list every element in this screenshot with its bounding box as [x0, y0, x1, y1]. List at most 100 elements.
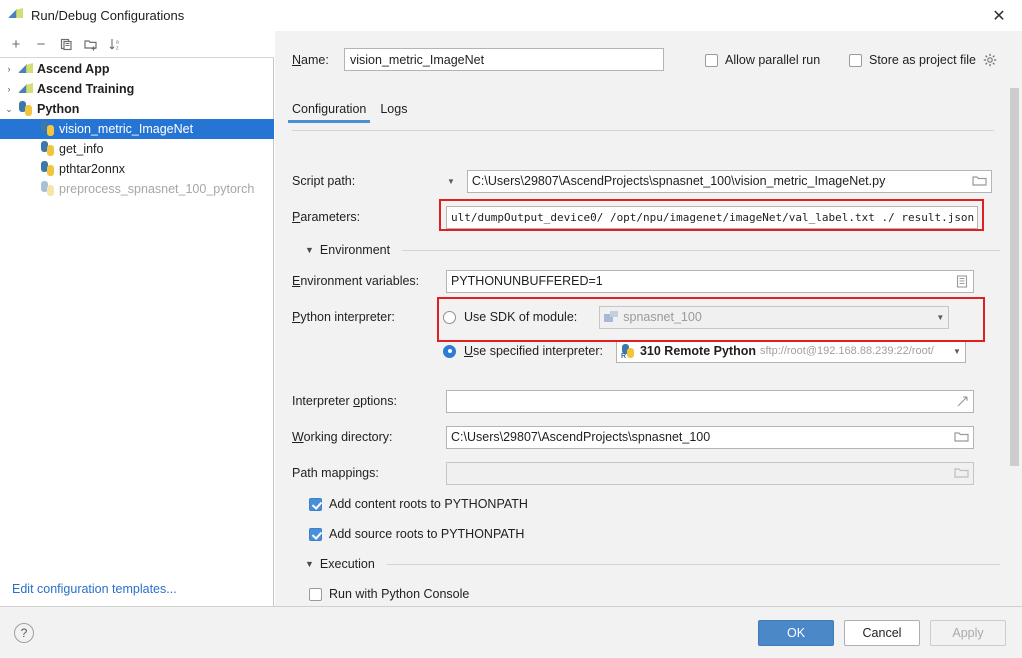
working-directory-label: Working directory: [292, 430, 443, 444]
tree-item-label: vision_metric_ImageNet [59, 122, 193, 136]
edit-configuration-templates-link[interactable]: Edit configuration templates... [12, 582, 177, 596]
tree-item-pthtar2onnx[interactable]: pthtar2onnx [0, 159, 274, 179]
dialog-footer: ? OK Cancel Apply [0, 606, 1022, 658]
chevron-down-icon[interactable]: ▼ [305, 245, 314, 255]
gear-icon[interactable] [983, 53, 997, 67]
working-directory-browse-folder-icon[interactable] [954, 430, 969, 444]
script-path-mode-dropdown[interactable]: ▼ [443, 177, 459, 186]
use-specified-interpreter-row: Use specified interpreter: R 310 Remote … [292, 339, 992, 363]
tree-item-label: pthtar2onnx [59, 162, 125, 176]
environment-variables-row: Environment variables: PYTHONUNBUFFERED=… [292, 269, 992, 293]
parameters-label: Parameters: [292, 210, 443, 224]
store-as-project-file-checkbox-row[interactable]: Store as project file [849, 53, 997, 67]
environment-variables-edit-icon[interactable] [956, 275, 969, 288]
name-row: Name: vision_metric_ImageNet [292, 48, 664, 71]
environment-variables-input[interactable]: PYTHONUNBUFFERED=1 [446, 270, 974, 293]
title-bar: Run/Debug Configurations ✕ [0, 0, 1022, 31]
section-divider-line [387, 564, 1000, 565]
environment-variables-label: Environment variables: [292, 274, 443, 288]
use-specified-interpreter-radio[interactable] [443, 345, 456, 358]
vertical-scrollbar[interactable] [1009, 88, 1020, 613]
tree-twisty-icon[interactable]: › [0, 64, 18, 74]
interpreter-options-expand-icon[interactable] [956, 395, 969, 408]
name-input[interactable]: vision_metric_ImageNet [344, 48, 664, 71]
path-mappings-input[interactable] [446, 462, 974, 485]
remote-python-icon: R [621, 344, 636, 359]
add-configuration-button[interactable]: + [5, 34, 27, 54]
specified-interpreter-dropdown[interactable]: R 310 Remote Python sftp://root@192.168.… [616, 340, 966, 363]
script-path-value: C:\Users\29807\AscendProjects\spnasnet_1… [472, 174, 885, 188]
python-interpreter-label: Python interpreter: [292, 310, 443, 324]
python-interpreter-row: Python interpreter: Use SDK of module: s… [292, 305, 992, 329]
run-with-python-console-checkbox-row[interactable]: Run with Python Console [309, 587, 469, 601]
tree-item-get-info[interactable]: get_info [0, 139, 274, 159]
use-sdk-of-module-radio[interactable] [443, 311, 456, 324]
working-directory-value: C:\Users\29807\AscendProjects\spnasnet_1… [451, 430, 710, 444]
working-directory-input[interactable]: C:\Users\29807\AscendProjects\spnasnet_1… [446, 426, 974, 449]
run-with-python-console-checkbox[interactable] [309, 588, 322, 601]
tree-item-ascend-training[interactable]: ›Ascend Training [0, 79, 274, 99]
chevron-down-icon[interactable]: ▼ [931, 313, 944, 322]
allow-parallel-run-checkbox[interactable] [705, 54, 718, 67]
parameters-insert-macro-icon[interactable]: + [974, 209, 978, 225]
sidebar-toolbar: + − az [0, 31, 274, 57]
allow-parallel-run-label: Allow parallel run [725, 53, 820, 67]
add-source-roots-label: Add source roots to PYTHONPATH [329, 527, 524, 541]
python-icon [40, 121, 56, 137]
tab-configuration[interactable]: Configuration [292, 102, 366, 123]
remove-configuration-button[interactable]: − [30, 34, 52, 54]
copy-configuration-button[interactable] [55, 34, 77, 54]
script-path-input[interactable]: C:\Users\29807\AscendProjects\spnasnet_1… [467, 170, 992, 193]
path-mappings-label: Path mappings: [292, 466, 443, 480]
configurations-tree[interactable]: ›Ascend App›Ascend Training⌄Python vision… [0, 59, 274, 572]
ascend-icon [18, 81, 34, 97]
allow-parallel-run-checkbox-row[interactable]: Allow parallel run [705, 53, 820, 67]
add-source-roots-checkbox[interactable] [309, 528, 322, 541]
parameters-input[interactable]: ult/dumpOutput_device0/ /opt/npu/imagene… [446, 206, 978, 229]
tree-item-vision-metric-imagenet[interactable]: vision_metric_ImageNet [0, 119, 274, 139]
add-content-roots-checkbox-row[interactable]: Add content roots to PYTHONPATH [309, 497, 528, 511]
tree-item-label: get_info [59, 142, 103, 156]
ok-button[interactable]: OK [758, 620, 834, 646]
tree-twisty-icon[interactable]: ⌄ [0, 104, 18, 115]
scrollbar-thumb[interactable] [1010, 88, 1019, 466]
python-icon [18, 101, 34, 117]
folder-add-icon[interactable] [80, 34, 102, 54]
tree-item-label: preprocess_spnasnet_100_pytorch [59, 182, 254, 196]
configuration-editor-panel: Name: vision_metric_ImageNet Allow paral… [275, 31, 1022, 606]
tree-item-python[interactable]: ⌄Python [0, 99, 274, 119]
ascend-icon [18, 61, 34, 77]
tree-item-ascend-app[interactable]: ›Ascend App [0, 59, 274, 79]
window-title: Run/Debug Configurations [31, 8, 184, 23]
script-path-browse-folder-icon[interactable] [972, 174, 987, 188]
sort-az-icon[interactable]: az [105, 34, 127, 54]
environment-section-header[interactable]: ▼ Environment [305, 243, 1010, 257]
environment-section-label: Environment [320, 243, 390, 257]
tree-item-preprocess-spnasnet-100-pytorch[interactable]: preprocess_spnasnet_100_pytorch [0, 179, 274, 199]
chevron-down-icon[interactable]: ▼ [305, 559, 314, 569]
store-as-project-file-checkbox[interactable] [849, 54, 862, 67]
tree-twisty-icon[interactable]: › [0, 84, 18, 94]
run-with-python-console-label: Run with Python Console [329, 587, 469, 601]
interpreter-options-input[interactable] [446, 390, 974, 413]
path-mappings-row: Path mappings: [292, 461, 992, 485]
help-button[interactable]: ? [14, 623, 34, 643]
sdk-module-dropdown[interactable]: spnasnet_100 ▼ [599, 306, 949, 329]
ascend-app-icon [8, 7, 24, 23]
section-divider-line [402, 250, 1000, 251]
apply-button[interactable]: Apply [930, 620, 1006, 646]
path-mappings-browse-folder-icon[interactable] [954, 466, 969, 480]
tab-logs[interactable]: Logs [380, 102, 407, 123]
chevron-down-icon[interactable]: ▼ [948, 347, 961, 356]
script-path-label: Script path: [292, 174, 443, 188]
cancel-button[interactable]: Cancel [844, 620, 920, 646]
svg-text:z: z [116, 45, 119, 51]
use-sdk-of-module-label: Use SDK of module: [464, 310, 577, 324]
use-specified-interpreter-label: Use specified interpreter: [464, 344, 603, 358]
close-icon[interactable]: ✕ [976, 0, 1022, 31]
configurations-sidebar: + − az ›Ascend App›Ascend Training⌄Pytho… [0, 31, 274, 606]
tabs-divider [292, 130, 994, 131]
add-content-roots-checkbox[interactable] [309, 498, 322, 511]
execution-section-header[interactable]: ▼ Execution [305, 557, 1010, 571]
add-source-roots-checkbox-row[interactable]: Add source roots to PYTHONPATH [309, 527, 524, 541]
